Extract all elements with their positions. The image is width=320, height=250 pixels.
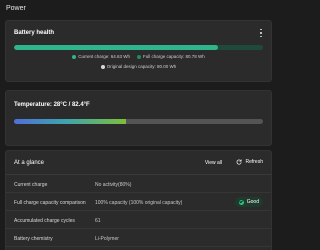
status-badge-label: Good: [246, 199, 259, 205]
current-charge-label: Current charge: 64.63 Wh: [78, 54, 130, 59]
legend-full-charge: Full charge capacity: 80.78 Wh: [137, 54, 205, 59]
design-capacity-label: Original design capacity: 80.00 Wh: [106, 64, 177, 69]
glance-row-charge-cycles: Accumulated charge cycles 61: [6, 212, 271, 229]
design-capacity-dot: [100, 64, 105, 69]
glance-title: At a glance: [14, 160, 45, 166]
row-label: Full charge capacity comparison: [14, 200, 86, 206]
full-charge-dot: [137, 54, 141, 59]
glance-header: At a glance View all Refresh: [6, 151, 271, 175]
battery-health-legend: Current charge: 64.63 Wh Full charge cap…: [6, 54, 271, 59]
status-badge: Good: [234, 197, 263, 207]
row-value: 61: [95, 218, 101, 224]
refresh-icon: [237, 159, 242, 165]
battery-health-title: Battery health: [14, 30, 55, 36]
row-label: Battery chemistry: [14, 236, 53, 242]
row-value: Li-Polymer: [95, 236, 119, 242]
temperature-title: Temperature: 28°C / 82.4°F: [14, 102, 90, 108]
legend-design-capacity: Original design capacity: 80.00 Wh: [100, 64, 177, 69]
full-charge-label: Full charge capacity: 80.78 Wh: [143, 54, 205, 59]
battery-health-bar-fill: [14, 45, 219, 50]
more-options-icon[interactable]: [259, 29, 263, 37]
view-all-button[interactable]: View all: [205, 160, 222, 166]
row-label: Accumulated charge cycles: [14, 218, 75, 224]
glance-row-battery-chemistry: Battery chemistry Li-Polymer: [6, 230, 271, 247]
current-charge-dot: [72, 54, 77, 59]
temperature-bar: [14, 119, 263, 124]
battery-health-card: Battery health Current charge: 64.63 Wh …: [5, 20, 272, 82]
battery-health-bar: [14, 45, 263, 50]
check-circle-icon: [238, 199, 244, 205]
at-a-glance-card: At a glance View all Refresh Current cha…: [5, 150, 272, 250]
temperature-bar-fill: [14, 119, 127, 124]
legend-current-charge: Current charge: 64.63 Wh: [72, 54, 130, 59]
battery-health-legend-row2: Original design capacity: 80.00 Wh: [6, 64, 271, 69]
row-value: 100% capacity (100% original capacity): [95, 200, 183, 206]
temperature-card: Temperature: 28°C / 82.4°F: [5, 90, 272, 146]
refresh-button[interactable]: Refresh: [236, 159, 263, 165]
refresh-label: Refresh: [245, 159, 263, 165]
row-label: Current charge: [14, 182, 48, 188]
glance-row-current-charge: Current charge No activity(80%): [6, 176, 271, 193]
glance-row-capacity-comparison: Full charge capacity comparison 100% cap…: [6, 194, 271, 211]
page-title: Power: [6, 5, 26, 12]
row-value: No activity(80%): [95, 182, 132, 188]
